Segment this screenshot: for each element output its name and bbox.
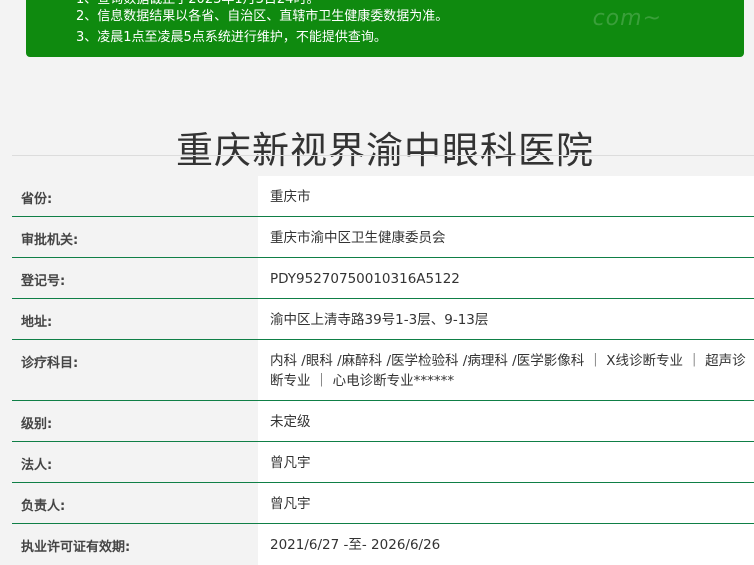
row-label: 地址: (21, 315, 53, 330)
row-label: 执业许可证有效期: (21, 540, 131, 555)
row-label: 负责人: (21, 499, 66, 514)
notice-banner: com~ 1、查询数据截止于2023年1月3日24时。 2、信息数据结果以各省、… (26, 0, 744, 57)
row-value: 内科 /眼科 /麻醉科 /医学检验科 /病理科 /医学影像科 ｜ X线诊断专业 … (270, 351, 750, 391)
row-value: 渝中区上清寺路39号1-3层、9-13层 (270, 310, 750, 330)
row-label: 省份: (21, 192, 53, 207)
notice-line-2: 2、信息数据结果以各省、自治区、直辖市卫生健康委数据为准。 (76, 9, 449, 24)
row-value: 2021/6/27 -至- 2026/6/26 (270, 535, 750, 555)
row-value: 重庆市 (270, 187, 750, 207)
row-value: 曾凡宇 (270, 453, 750, 473)
row-label: 法人: (21, 458, 53, 473)
row-value: 未定级 (270, 412, 750, 432)
info-row-departments: 诊疗科目: 内科 /眼科 /麻醉科 /医学检验科 /病理科 /医学影像科 ｜ X… (12, 340, 754, 401)
row-label: 审批机关: (21, 233, 79, 248)
hospital-info-table: 省份: 重庆市 审批机关: 重庆市渝中区卫生健康委员会 登记号: PDY9527… (12, 176, 754, 565)
row-value: 曾凡宇 (270, 494, 750, 514)
watermark: com~ (592, 6, 662, 31)
info-row-level: 级别: 未定级 (12, 401, 754, 442)
info-row-address: 地址: 渝中区上清寺路39号1-3层、9-13层 (12, 299, 754, 340)
row-value: PDY95270750010316A5122 (270, 269, 750, 289)
info-row-province: 省份: 重庆市 (12, 176, 754, 217)
info-row-license-validity: 执业许可证有效期: 2021/6/27 -至- 2026/6/26 (12, 524, 754, 565)
info-row-legal-person: 法人: 曾凡宇 (12, 442, 754, 483)
info-row-registration: 登记号: PDY95270750010316A5122 (12, 258, 754, 299)
notice-line-3: 3、凌晨1点至凌晨5点系统进行维护，不能提供查询。 (76, 30, 387, 45)
title-divider (12, 155, 754, 156)
hospital-title: 重庆新视界渝中眼科医院 (176, 128, 594, 172)
row-value: 重庆市渝中区卫生健康委员会 (270, 228, 750, 248)
row-label: 登记号: (21, 274, 66, 289)
info-row-authority: 审批机关: 重庆市渝中区卫生健康委员会 (12, 217, 754, 258)
info-row-principal: 负责人: 曾凡宇 (12, 483, 754, 524)
row-label: 级别: (21, 417, 53, 432)
row-label: 诊疗科目: (21, 356, 79, 371)
